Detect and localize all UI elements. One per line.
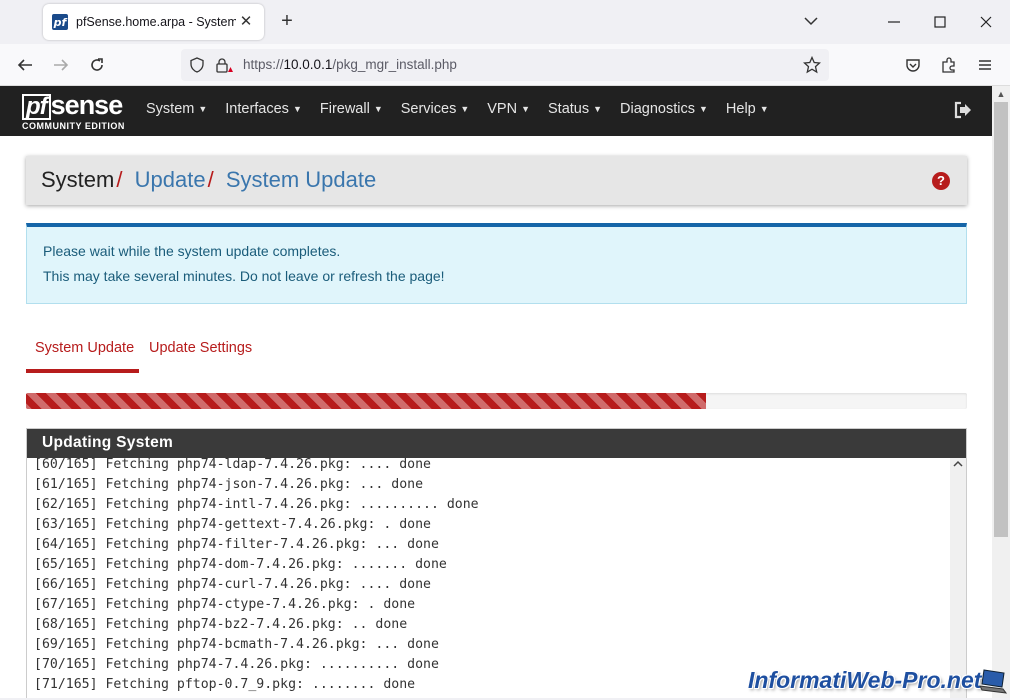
bookmark-star-icon[interactable] <box>802 55 822 79</box>
menu-item-diagnostics[interactable]: Diagnostics ▼ <box>611 86 717 136</box>
log-line: [67/165] Fetching php74-ctype-7.4.26.pkg… <box>34 597 416 612</box>
progress-bar-fill <box>26 393 707 409</box>
forward-arrow-icon[interactable] <box>49 53 73 77</box>
url-text[interactable]: https://10.0.0.1/pkg_mgr_install.php <box>243 57 457 72</box>
browser-navbar: https://10.0.0.1/pkg_mgr_install.php <box>0 44 1010 86</box>
log-line: [64/165] Fetching php74-filter-7.4.26.pk… <box>34 537 439 552</box>
pocket-icon[interactable] <box>901 53 925 77</box>
new-tab-icon[interactable]: + <box>276 10 298 32</box>
caret-down-icon: ▼ <box>521 104 531 114</box>
info-alert: Please wait while the system update comp… <box>26 223 967 304</box>
breadcrumb-update-link[interactable]: Update <box>135 167 206 192</box>
log-line: [69/165] Fetching php74-bcmath-7.4.26.pk… <box>34 637 439 652</box>
close-tab-icon[interactable]: ✕ <box>236 12 256 32</box>
caret-down-icon: ▼ <box>198 104 208 114</box>
menu-item-services[interactable]: Services ▼ <box>392 86 479 136</box>
url-bar[interactable]: https://10.0.0.1/pkg_mgr_install.php <box>181 49 829 81</box>
browser-tab[interactable]: pf pfSense.home.arpa - System: Update ✕ <box>43 4 264 40</box>
page-content: pf sense COMMUNITY EDITION System ▼ Interfa… <box>0 86 992 698</box>
pfsense-header: pf sense COMMUNITY EDITION System ▼ Interfa… <box>0 86 992 136</box>
pfsense-favicon-icon: pf <box>52 14 68 30</box>
log-line: [61/165] Fetching php74-json-7.4.26.pkg:… <box>34 477 424 492</box>
log-scrollbar[interactable] <box>950 458 966 698</box>
menu-item-vpn[interactable]: VPN ▼ <box>478 86 539 136</box>
page-scrollbar[interactable]: ▲ <box>992 86 1010 698</box>
caret-down-icon: ▼ <box>373 104 383 114</box>
log-output[interactable]: [60/165] Fetching php74-ldap-7.4.26.pkg:… <box>28 458 950 698</box>
active-tab-indicator <box>26 369 139 373</box>
help-icon[interactable]: ? <box>932 172 950 190</box>
menu-item-help[interactable]: Help ▼ <box>717 86 778 136</box>
caret-down-icon: ▼ <box>460 104 470 114</box>
caret-down-icon: ▼ <box>759 104 769 114</box>
menu-item-firewall[interactable]: Firewall ▼ <box>311 86 392 136</box>
lock-warning-icon[interactable] <box>215 57 233 78</box>
caret-down-icon: ▼ <box>699 104 708 114</box>
chevron-down-icon[interactable] <box>800 10 822 32</box>
hamburger-menu-icon[interactable] <box>973 53 997 77</box>
breadcrumb-separator: / <box>207 167 214 192</box>
maximize-icon[interactable] <box>928 10 952 34</box>
log-line: [68/165] Fetching php74-bz2-7.4.26.pkg: … <box>34 617 408 632</box>
breadcrumb-separator: / <box>116 167 123 192</box>
log-line: [63/165] Fetching php74-gettext-7.4.26.p… <box>34 517 431 532</box>
alert-line-1: Please wait while the system update comp… <box>43 243 341 259</box>
menu-item-status[interactable]: Status ▼ <box>539 86 611 136</box>
alert-line-2: This may take several minutes. Do not le… <box>43 268 445 284</box>
laptop-icon <box>978 667 1008 695</box>
log-line: [60/165] Fetching php74-ldap-7.4.26.pkg:… <box>34 458 431 472</box>
shield-icon[interactable] <box>189 57 205 78</box>
scroll-up-icon[interactable] <box>950 458 966 474</box>
breadcrumb-system-update-link[interactable]: System Update <box>226 167 376 192</box>
log-line: [62/165] Fetching php74-intl-7.4.26.pkg:… <box>34 497 479 512</box>
watermark: InformatiWeb-Pro.net <box>748 667 982 693</box>
reload-icon[interactable] <box>85 53 109 77</box>
scroll-up-icon[interactable]: ▲ <box>992 86 1010 102</box>
scrollbar-thumb[interactable] <box>994 102 1008 537</box>
browser-tabbar: pf pfSense.home.arpa - System: Update ✕ … <box>0 0 1010 44</box>
tab-title: pfSense.home.arpa - System: Update <box>76 15 236 29</box>
pfsense-logo[interactable]: pf sense COMMUNITY EDITION <box>22 91 125 131</box>
log-line: [65/165] Fetching php74-dom-7.4.26.pkg: … <box>34 557 447 572</box>
logout-icon[interactable] <box>952 99 974 121</box>
back-arrow-icon[interactable] <box>13 53 37 77</box>
tab-update-settings[interactable]: Update Settings <box>149 340 252 356</box>
log-line: [66/165] Fetching php74-curl-7.4.26.pkg:… <box>34 577 431 592</box>
caret-down-icon: ▼ <box>292 104 302 114</box>
menu-item-interfaces[interactable]: Interfaces ▼ <box>216 86 311 136</box>
update-log-panel: Updating System [60/165] Fetching php74-… <box>26 428 967 698</box>
extensions-icon[interactable] <box>937 53 961 77</box>
caret-down-icon: ▼ <box>593 104 603 114</box>
log-heading: Updating System <box>27 429 966 458</box>
breadcrumb: System/ Update/ System Update ? <box>26 156 967 205</box>
minimize-icon[interactable] <box>882 10 906 34</box>
close-window-icon[interactable] <box>974 10 998 34</box>
main-menu: System ▼ Interfaces ▼ Firewall ▼ Services ▼ VPN ▼… <box>137 86 778 136</box>
progress-bar <box>26 393 967 409</box>
tab-system-update[interactable]: System Update <box>35 340 134 356</box>
breadcrumb-system: System <box>41 167 115 192</box>
menu-item-system[interactable]: System ▼ <box>137 86 216 136</box>
